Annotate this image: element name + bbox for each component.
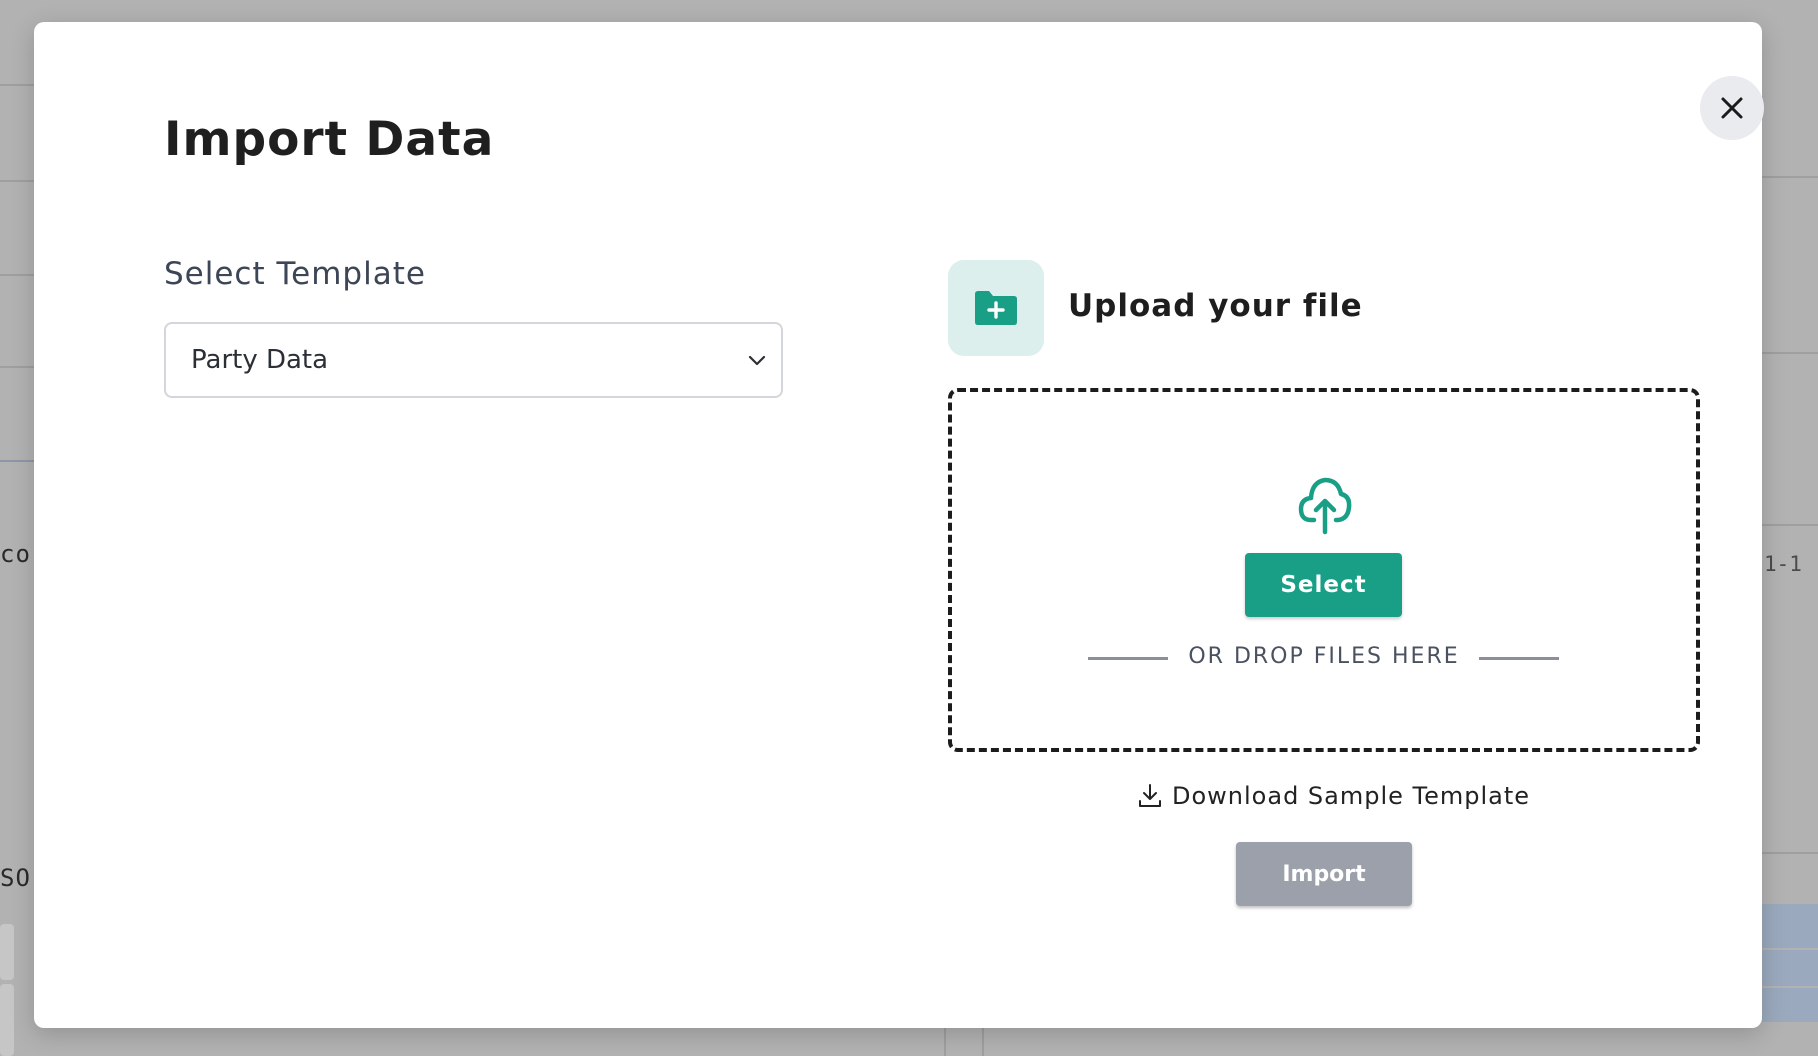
template-select[interactable]: Party Data [164, 322, 783, 398]
upload-title: Upload your file [1068, 288, 1363, 324]
bg-divider [0, 274, 34, 276]
bg-left-text: SO [0, 864, 31, 892]
import-data-modal: Import Data Select Template Party Data U… [34, 22, 1764, 1028]
bg-card [0, 924, 14, 980]
upload-folder-badge [948, 260, 1044, 356]
bg-divider [1762, 524, 1818, 526]
download-sample-label: Download Sample Template [1172, 782, 1531, 810]
download-icon [1139, 784, 1161, 807]
bg-divider [982, 1028, 984, 1056]
bg-divider [0, 460, 34, 462]
bg-divider [944, 1028, 946, 1056]
file-dropzone[interactable]: Select OR DROP FILES HERE [948, 388, 1700, 752]
close-icon [1721, 97, 1743, 119]
bg-row [1762, 988, 1818, 1022]
bg-divider [1762, 852, 1818, 854]
import-button[interactable]: Import [1236, 842, 1412, 906]
drop-files-text: OR DROP FILES HERE [1188, 644, 1460, 669]
modal-title: Import Data [164, 112, 495, 167]
chevron-down-icon [748, 355, 766, 366]
folder-plus-icon [975, 291, 1017, 325]
bg-divider [1762, 352, 1818, 354]
bg-divider [0, 84, 34, 86]
bg-divider [1762, 176, 1818, 178]
bg-row [1762, 904, 1818, 948]
template-label: Select Template [164, 256, 426, 292]
bg-right-text: 1-1 [1764, 552, 1802, 576]
close-button[interactable] [1700, 76, 1764, 140]
bg-card [0, 984, 14, 1056]
select-file-button[interactable]: Select [1245, 553, 1402, 617]
divider-line [1479, 657, 1559, 660]
bg-divider [0, 366, 34, 368]
download-sample-link[interactable]: Download Sample Template [1138, 782, 1530, 810]
bg-divider [0, 180, 34, 182]
cloud-upload-icon [1298, 477, 1352, 535]
template-select-value: Party Data [191, 345, 329, 375]
bg-row [1762, 950, 1818, 986]
